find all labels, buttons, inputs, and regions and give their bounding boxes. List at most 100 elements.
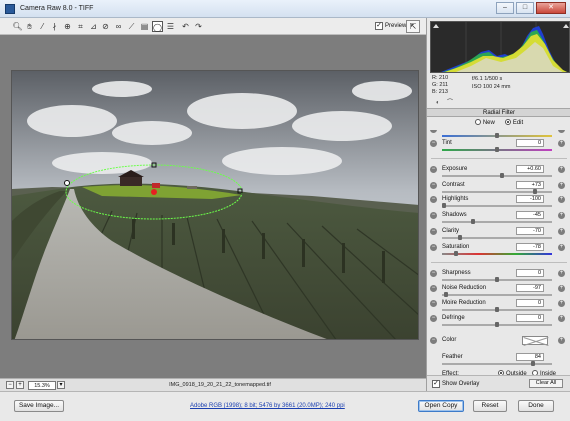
increase-icon[interactable]: + [558,228,565,235]
slider-value-field[interactable]: -78 [516,243,544,251]
slider-thumb[interactable] [495,277,499,282]
increase-icon[interactable]: + [558,196,565,203]
slider-track[interactable] [442,294,552,296]
feather-label: Feather [442,354,463,360]
slider-thumb[interactable] [500,173,505,178]
slider-thumb[interactable] [442,203,446,208]
zoom-icon[interactable]: 🔍︎ [12,21,23,32]
slider-value-field[interactable]: +0.60 [516,165,544,173]
zoom-dropdown-icon[interactable]: ▾ [57,381,65,389]
increase-icon[interactable]: + [558,270,565,277]
slider-value-field[interactable]: -45 [516,211,544,219]
slider-value-field[interactable]: 0 [516,299,544,307]
slider-value-field[interactable]: -70 [516,227,544,235]
slider-thumb[interactable] [495,322,499,327]
slider-thumb[interactable] [444,292,449,297]
decrease-icon[interactable]: − [430,140,437,147]
slider-value-field[interactable]: -97 [516,284,544,292]
preview-checkbox[interactable]: ✓ [375,22,383,30]
preferences-icon[interactable]: ☰ [165,21,176,32]
increase-icon[interactable]: + [558,140,565,147]
straighten-icon[interactable]: ⊿ [88,21,99,32]
color-swatch[interactable] [522,336,548,345]
increase-icon[interactable]: + [558,130,565,133]
decrease-icon[interactable]: − [430,228,437,235]
color-sampler-icon[interactable]: ∤ [49,21,60,32]
rotate-left-icon[interactable]: ↶ [180,21,191,32]
feather-value-field[interactable]: 84 [516,353,544,361]
decrease-icon[interactable]: − [430,166,437,173]
shadow-clipping-icon[interactable] [433,24,439,28]
feather-thumb[interactable] [531,361,536,366]
slider-value-field[interactable]: -100 [516,195,544,203]
feather-track[interactable] [442,363,552,365]
slider-thumb[interactable] [457,235,462,240]
slider-thumb[interactable] [453,251,458,256]
decrease-icon[interactable]: − [430,244,437,251]
show-overlay-checkbox[interactable]: ✓ [432,380,440,388]
mode-new[interactable]: New [474,119,495,128]
mode-new-radio[interactable] [474,119,481,126]
color-minus-icon[interactable]: − [430,337,437,344]
slider-track[interactable] [442,175,552,177]
tone-curve-tab-icon[interactable]: ⌒ [447,100,454,106]
graduated-filter-icon[interactable]: ▤ [139,21,150,32]
zoom-in-icon[interactable]: + [16,381,24,389]
slider-thumb[interactable] [495,307,499,312]
increase-icon[interactable]: + [558,300,565,307]
decrease-icon[interactable]: − [430,315,437,322]
zoom-level[interactable]: 15.3% [28,381,56,390]
workflow-options-link[interactable]: Adobe RGB (1998); 8 bit; 5476 by 3661 (2… [190,403,345,409]
rotate-right-icon[interactable]: ↷ [193,21,204,32]
radial-filter-icon[interactable]: ◯ [152,21,163,32]
slider-value-field[interactable]: 0 [516,314,544,322]
minimize-icon[interactable]: – [496,2,514,14]
slider-value-field[interactable]: +73 [516,181,544,189]
decrease-icon[interactable]: − [430,196,437,203]
adjustment-brush-icon[interactable]: ⟋ [126,21,137,32]
preview-toggle[interactable]: ✓ Preview [375,22,406,30]
decrease-icon[interactable]: − [430,285,437,292]
clear-all-button[interactable]: Clear All [529,379,563,388]
zoom-out-icon[interactable]: − [6,381,14,389]
increase-icon[interactable]: + [558,244,565,251]
increase-icon[interactable]: + [558,285,565,292]
open-copy-button[interactable]: Open Copy [418,400,464,412]
photo-preview[interactable] [11,70,419,340]
save-image-button[interactable]: Save Image... [14,400,64,412]
slider-value-field[interactable]: 0 [516,269,544,277]
highlight-clipping-icon[interactable] [563,24,569,28]
color-plus-icon[interactable]: + [558,337,565,344]
decrease-icon[interactable]: − [430,212,437,219]
done-button[interactable]: Done [518,400,554,412]
basic-tab-icon[interactable]: ◐ [436,100,443,106]
fullscreen-icon[interactable]: ⇱ [406,20,420,33]
slider-track[interactable] [442,205,552,207]
crop-icon[interactable]: ⌗ [75,21,86,32]
slider-value-field[interactable]: 0 [516,139,544,147]
decrease-icon[interactable]: − [430,182,437,189]
slider-thumb[interactable] [495,147,499,152]
red-eye-icon[interactable]: ∞ [113,21,124,32]
targeted-adjust-icon[interactable]: ⊕ [62,21,73,32]
reset-button[interactable]: Reset [473,400,507,412]
image-canvas-area[interactable] [0,35,426,378]
maximize-icon[interactable]: □ [516,2,534,14]
slider-thumb[interactable] [470,219,475,224]
show-overlay-toggle[interactable]: ✓ Show Overlay [432,380,479,388]
spot-removal-icon[interactable]: ⊘ [100,21,111,32]
decrease-icon[interactable]: − [430,130,437,133]
slider-track[interactable] [442,221,552,223]
increase-icon[interactable]: + [558,315,565,322]
increase-icon[interactable]: + [558,182,565,189]
mode-edit-radio[interactable] [504,119,511,126]
slider-track[interactable] [442,253,552,255]
mode-edit[interactable]: Edit [504,119,523,128]
white-balance-icon[interactable]: ⁄ [37,21,48,32]
decrease-icon[interactable]: − [430,270,437,277]
increase-icon[interactable]: + [558,212,565,219]
decrease-icon[interactable]: − [430,300,437,307]
increase-icon[interactable]: + [558,166,565,173]
hand-icon[interactable]: ✋︎ [24,21,35,32]
close-icon[interactable]: ✕ [536,2,566,14]
